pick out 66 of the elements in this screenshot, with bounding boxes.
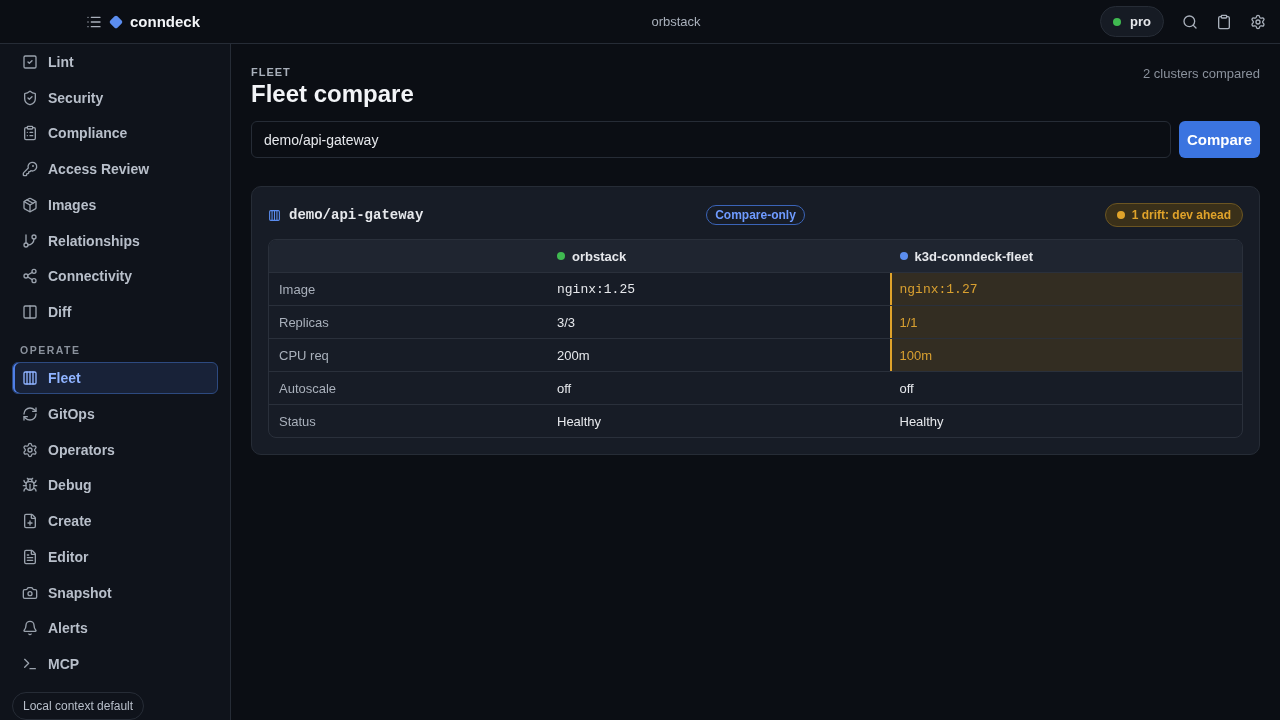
checkbox-icon — [22, 53, 38, 70]
box-icon — [22, 196, 38, 213]
sidebar-item[interactable]: Fleet — [12, 362, 218, 394]
workload-field[interactable]: demo/api-gateway — [251, 121, 1171, 158]
sidebar-item[interactable]: Access Review — [12, 153, 218, 186]
sidebar-item[interactable]: Images — [12, 189, 218, 221]
page-eyebrow: FLEET — [251, 66, 292, 78]
refresh-icon — [22, 405, 38, 422]
table-cell-text: off — [899, 379, 915, 398]
workload-title: demo/api-gateway — [289, 207, 424, 223]
cluster-name: k3d-conndeck-fleet — [914, 248, 1033, 264]
drift-dot — [1116, 211, 1125, 219]
sidebar-item[interactable]: GitOps — [12, 397, 218, 430]
clipboard-icon — [22, 125, 38, 142]
gear-icon — [22, 441, 38, 458]
sidebar-item[interactable]: Security — [12, 81, 218, 114]
table-cell: 100m — [889, 339, 1242, 371]
row-label: Image — [278, 280, 317, 299]
table-cell-text: 200m — [557, 346, 591, 365]
table-cell-text: 3/3 — [557, 313, 577, 332]
row-label: Autoscale — [278, 379, 338, 398]
app-name: conndeck — [130, 13, 201, 30]
table-cell: nginx:1.27 — [889, 273, 1242, 305]
shield-icon — [22, 89, 38, 106]
file-icon — [22, 548, 38, 565]
sidebar-item[interactable]: Alerts — [12, 612, 218, 645]
cluster-name: orbstack — [572, 248, 627, 264]
row-label: Status — [278, 412, 317, 431]
compare-summary: 2 clusters compared — [1142, 66, 1260, 81]
clipboard-icon[interactable] — [1216, 13, 1232, 30]
table-cell-text: Healthy — [899, 412, 945, 431]
table-cell-text: Healthy — [557, 412, 603, 431]
table-cell: 1/1 — [889, 306, 1242, 338]
columns-icon — [268, 208, 281, 222]
context-name: orbstack — [651, 14, 701, 29]
sidebar-item[interactable]: Diff — [12, 296, 218, 329]
branch-icon — [22, 232, 38, 249]
sidebar-item[interactable]: MCP — [12, 648, 218, 680]
sidebar-item[interactable]: Editor — [12, 540, 218, 573]
row-label: CPU req — [278, 346, 330, 365]
split-icon — [22, 304, 38, 321]
row-label: Replicas — [278, 313, 330, 332]
plan-badge[interactable]: pro — [1100, 6, 1164, 37]
section-heading: OPERATE — [19, 343, 82, 359]
sidebar-item[interactable]: Compliance — [12, 117, 218, 150]
share-icon — [22, 268, 38, 285]
sidebar-item[interactable]: Connectivity — [12, 260, 218, 293]
sidebar-item[interactable]: Lint — [12, 46, 218, 78]
columns-icon — [22, 370, 38, 386]
page-title: Fleet compare — [251, 80, 414, 108]
sidebar-item[interactable]: Relationships — [12, 224, 218, 257]
table-cell-text: nginx:1.25 — [557, 280, 636, 299]
drift-tag: 1 drift: dev ahead — [1104, 203, 1243, 227]
bell-icon — [22, 620, 38, 637]
sidebar-item[interactable]: Debug — [12, 469, 218, 502]
sidebar-item[interactable]: Snapshot — [12, 576, 218, 609]
sidebar-item[interactable]: Create — [12, 505, 218, 537]
table-cell-text: off — [557, 379, 573, 398]
compare-button[interactable]: Compare — [1178, 121, 1260, 158]
camera-icon — [22, 584, 38, 601]
key-icon — [22, 161, 38, 178]
search-icon[interactable] — [1182, 13, 1198, 30]
bug-icon — [22, 477, 38, 494]
file-plus-icon — [22, 513, 38, 530]
settings-icon[interactable] — [1250, 13, 1266, 30]
sidebar-item[interactable]: Operators — [12, 433, 218, 466]
